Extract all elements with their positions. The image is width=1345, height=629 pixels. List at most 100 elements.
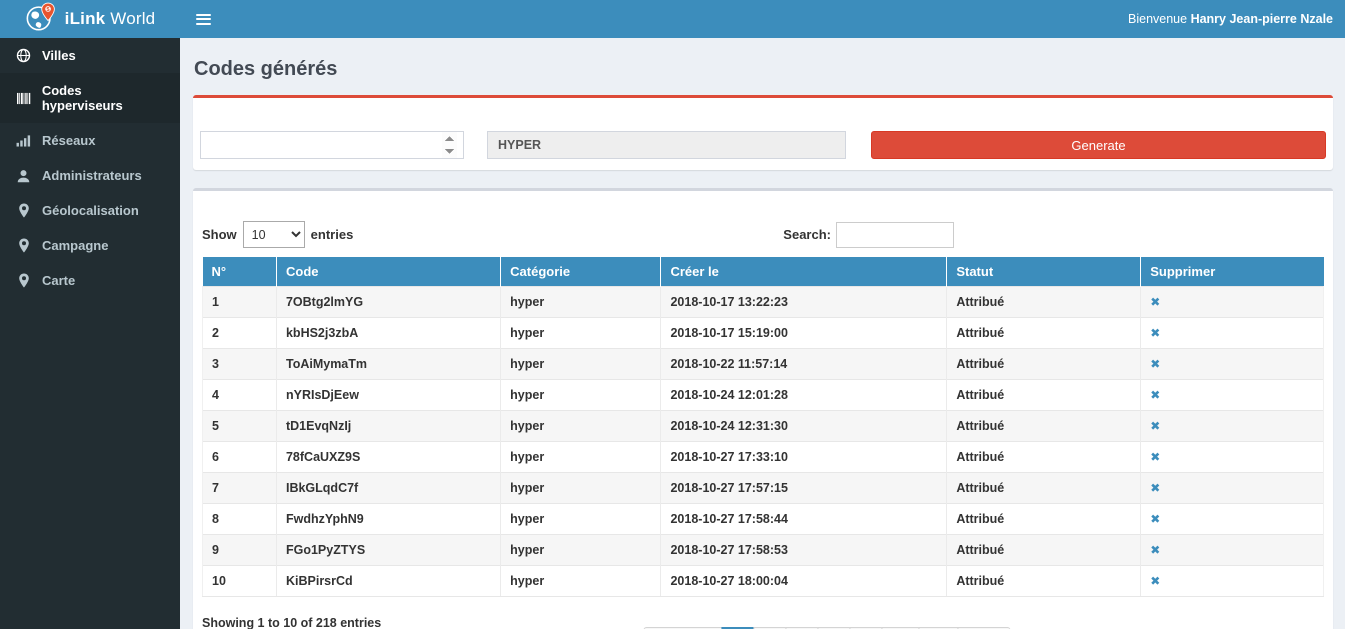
sidebar-item-administrateurs[interactable]: Administrateurs — [0, 158, 180, 193]
map-marker-icon — [15, 238, 32, 253]
delete-cell: ✖ — [1141, 473, 1324, 504]
table-footer: Showing 1 to 10 of 218 entries Previous1… — [202, 614, 1324, 629]
status-cell: Attribué — [947, 318, 1141, 349]
codes-table: N°CodeCatégorieCréer leStatutSupprimer 1… — [202, 257, 1324, 597]
code-cell: FwdhzYphN9 — [276, 504, 500, 535]
row-number: 5 — [203, 411, 277, 442]
status-cell: Attribué — [947, 504, 1141, 535]
delete-icon[interactable]: ✖ — [1150, 326, 1160, 340]
row-number: 4 — [203, 380, 277, 411]
user-icon — [15, 168, 32, 183]
category-cell: hyper — [501, 566, 661, 597]
main-content: Codes générés Generate Show 10 entries S… — [180, 38, 1345, 629]
delete-icon[interactable]: ✖ — [1150, 450, 1160, 464]
column-header-n: N° — [203, 257, 277, 287]
status-cell: Attribué — [947, 411, 1141, 442]
code-cell: FGo1PyZTYS — [276, 535, 500, 566]
category-cell: hyper — [501, 473, 661, 504]
column-header-categorie: Catégorie — [501, 257, 661, 287]
row-number: 2 — [203, 318, 277, 349]
delete-cell: ✖ — [1141, 535, 1324, 566]
sidebar-item-villes[interactable]: Villes — [0, 38, 180, 73]
category-cell: hyper — [501, 318, 661, 349]
created-cell: 2018-10-24 12:01:28 — [661, 380, 947, 411]
delete-cell: ✖ — [1141, 504, 1324, 535]
map-marker-icon — [15, 273, 32, 288]
table-row: 10KiBPirsrCdhyper2018-10-27 18:00:04Attr… — [203, 566, 1324, 597]
created-cell: 2018-10-22 11:57:14 — [661, 349, 947, 380]
row-number: 8 — [203, 504, 277, 535]
search-input[interactable] — [836, 222, 954, 248]
delete-icon[interactable]: ✖ — [1150, 543, 1160, 557]
table-row: 7IBkGLqdC7fhyper2018-10-27 17:57:15Attri… — [203, 473, 1324, 504]
table-row: 4nYRIsDjEewhyper2018-10-24 12:01:28Attri… — [203, 380, 1324, 411]
quantity-input[interactable] — [200, 131, 464, 159]
table-row: 9FGo1PyZTYShyper2018-10-27 17:58:53Attri… — [203, 535, 1324, 566]
ilink-globe-pin-icon: $ — [25, 1, 57, 38]
sidebar-item-label: Administrateurs — [42, 168, 142, 183]
delete-cell: ✖ — [1141, 566, 1324, 597]
column-header-code: Code — [276, 257, 500, 287]
status-cell: Attribué — [947, 566, 1141, 597]
created-cell: 2018-10-24 12:31:30 — [661, 411, 947, 442]
sidebar-item-label: Villes — [42, 48, 76, 63]
code-cell: tD1EvqNzIj — [276, 411, 500, 442]
category-cell: hyper — [501, 349, 661, 380]
delete-icon[interactable]: ✖ — [1150, 419, 1160, 433]
sidebar-toggle-button[interactable] — [180, 0, 227, 38]
column-header-statut: Statut — [947, 257, 1141, 287]
delete-icon[interactable]: ✖ — [1150, 388, 1160, 402]
sidebar-item-codes-hyperviseurs[interactable]: Codes hyperviseurs — [0, 73, 180, 123]
code-cell: nYRIsDjEew — [276, 380, 500, 411]
code-cell: ToAiMymaTm — [276, 349, 500, 380]
delete-icon[interactable]: ✖ — [1150, 357, 1160, 371]
category-cell: hyper — [501, 411, 661, 442]
table-row: 17OBtg2lmYGhyper2018-10-17 13:22:23Attri… — [203, 287, 1324, 318]
code-cell: IBkGLqdC7f — [276, 473, 500, 504]
table-row: 3ToAiMymaTmhyper2018-10-22 11:57:14Attri… — [203, 349, 1324, 380]
table-row: 8FwdhzYphN9hyper2018-10-27 17:58:44Attri… — [203, 504, 1324, 535]
created-cell: 2018-10-27 17:33:10 — [661, 442, 947, 473]
status-cell: Attribué — [947, 287, 1141, 318]
category-cell: hyper — [501, 287, 661, 318]
sidebar-item-label: Géolocalisation — [42, 203, 139, 218]
generate-panel: Generate — [193, 95, 1333, 170]
page-length-select[interactable]: 10 — [243, 221, 305, 248]
delete-cell: ✖ — [1141, 287, 1324, 318]
barcode-icon — [15, 91, 32, 106]
table-header-row: N°CodeCatégorieCréer leStatutSupprimer — [203, 257, 1324, 287]
show-label: Show — [202, 227, 237, 242]
row-number: 7 — [203, 473, 277, 504]
signal-icon — [15, 133, 32, 148]
map-marker-icon — [15, 203, 32, 218]
table-row: 2kbHS2j3zbAhyper2018-10-17 15:19:00Attri… — [203, 318, 1324, 349]
globe-icon — [15, 48, 32, 63]
row-number: 1 — [203, 287, 277, 318]
category-cell: hyper — [501, 442, 661, 473]
delete-icon[interactable]: ✖ — [1150, 512, 1160, 526]
created-cell: 2018-10-27 17:57:15 — [661, 473, 947, 504]
brand-title: iLink World — [65, 9, 156, 29]
delete-icon[interactable]: ✖ — [1150, 574, 1160, 588]
sidebar-item-geolocalisation[interactable]: Géolocalisation — [0, 193, 180, 228]
created-cell: 2018-10-17 15:19:00 — [661, 318, 947, 349]
category-cell: hyper — [501, 535, 661, 566]
delete-icon[interactable]: ✖ — [1150, 295, 1160, 309]
sidebar-item-reseaux[interactable]: Réseaux — [0, 123, 180, 158]
status-cell: Attribué — [947, 349, 1141, 380]
category-cell: hyper — [501, 504, 661, 535]
delete-cell: ✖ — [1141, 349, 1324, 380]
delete-cell: ✖ — [1141, 411, 1324, 442]
sidebar-item-campagne[interactable]: Campagne — [0, 228, 180, 263]
sidebar-item-carte[interactable]: Carte — [0, 263, 180, 298]
delete-icon[interactable]: ✖ — [1150, 481, 1160, 495]
status-cell: Attribué — [947, 473, 1141, 504]
created-cell: 2018-10-27 17:58:53 — [661, 535, 947, 566]
category-input — [487, 131, 846, 159]
brand-logo[interactable]: $ iLink World — [0, 0, 180, 38]
page-title: Codes générés — [194, 58, 1333, 81]
top-navbar: $ iLink World Bienvenue Hanry Jean-pierr… — [0, 0, 1345, 38]
row-number: 9 — [203, 535, 277, 566]
generate-button[interactable]: Generate — [871, 131, 1326, 159]
sidebar-item-label: Carte — [42, 273, 75, 288]
